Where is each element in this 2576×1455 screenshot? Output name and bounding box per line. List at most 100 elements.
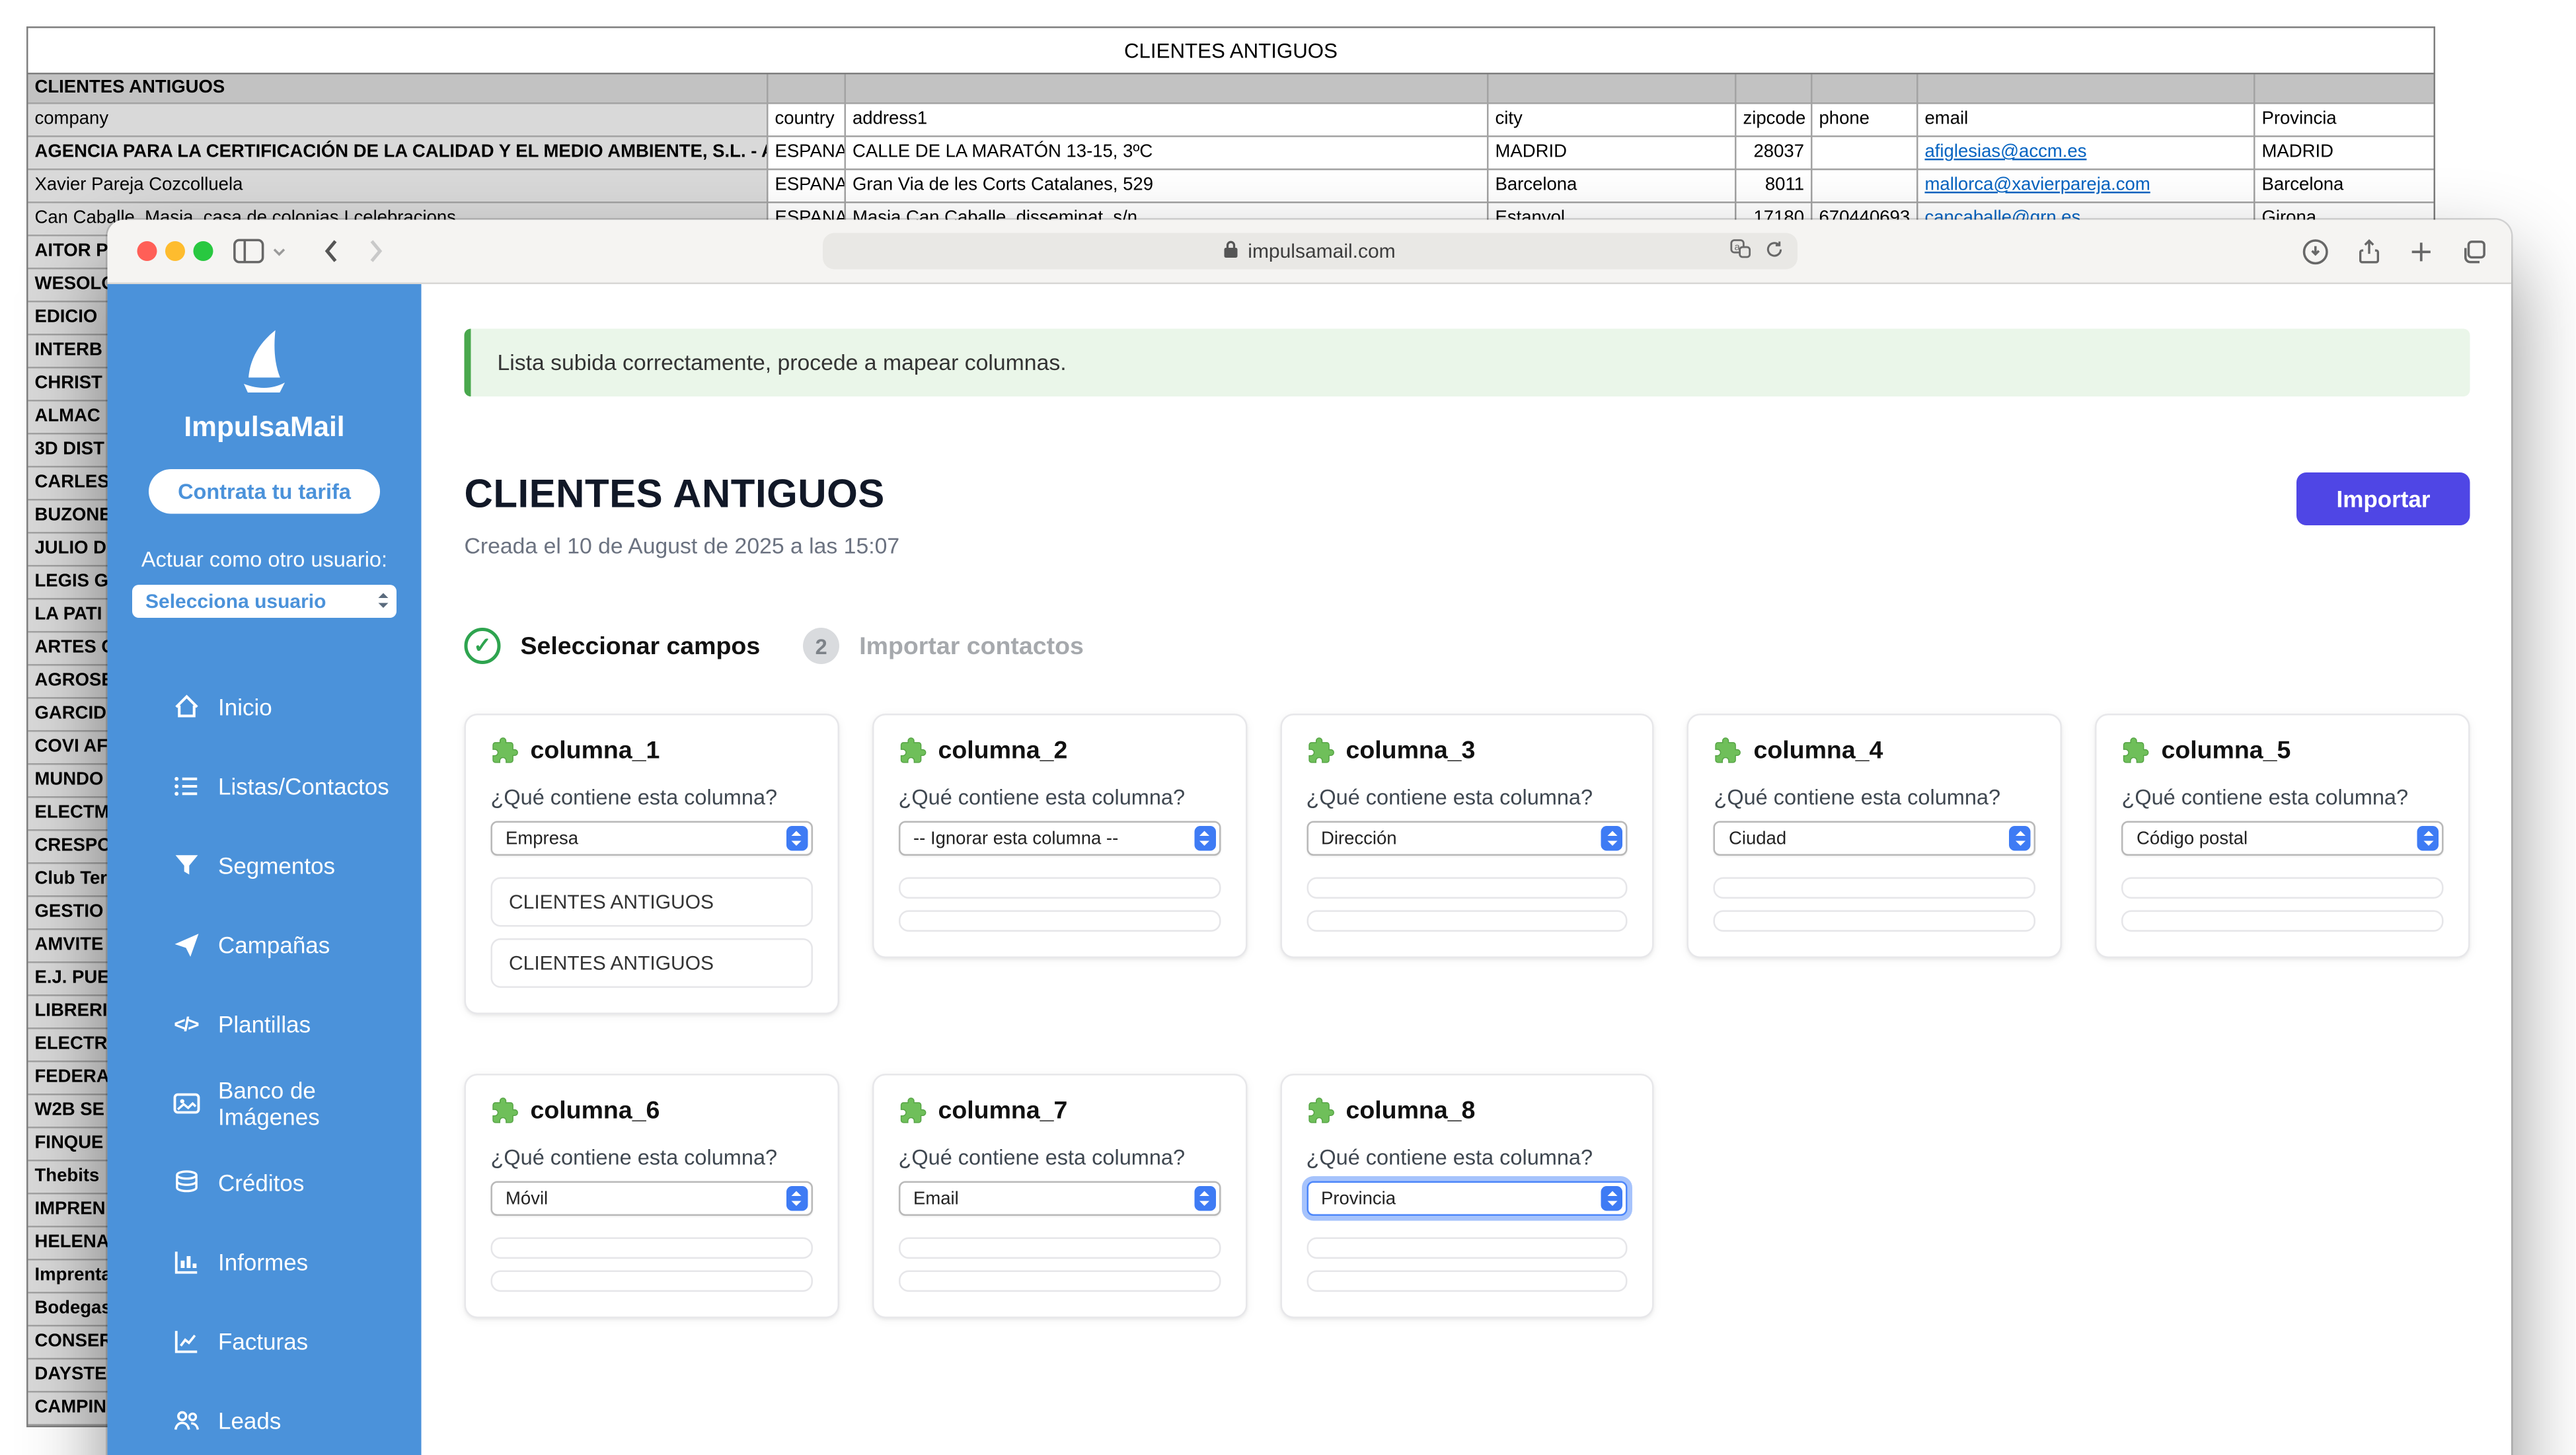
column-type-select[interactable]: Ciudad — [1714, 821, 2035, 856]
sidebar-nav: Inicio Listas/Contactos Segmentos Campañ… — [108, 667, 422, 1455]
step-1-label: Seleccionar campos — [521, 632, 761, 660]
column-card-8: columna_8 ¿Qué contiene esta columna? Pr… — [1279, 1074, 1654, 1318]
sidebar-item-campanas[interactable]: Campañas — [108, 905, 422, 985]
column-type-select[interactable]: Dirección — [1306, 821, 1628, 856]
sidebar-item-plantillas[interactable]: </> Plantillas — [108, 985, 422, 1064]
puzzle-icon — [1306, 737, 1334, 765]
cell-city: MADRID — [1489, 137, 1737, 170]
puzzle-icon — [1306, 1097, 1334, 1125]
sidebar-toggle-icon[interactable] — [233, 238, 265, 264]
wizard-steps: ✓ Seleccionar campos 2 Importar contacto… — [465, 628, 2470, 664]
reload-icon[interactable] — [1764, 239, 1784, 264]
column-question: ¿Qué contiene esta columna? — [1714, 785, 2035, 810]
column-card-4: columna_4 ¿Qué contiene esta columna? Ci… — [1687, 714, 2062, 958]
select-stepper-icon — [1193, 826, 1215, 851]
cell-company: Xavier Pareja Cozcolluela — [28, 170, 769, 204]
browser-titlebar: impulsamail.com a — [108, 220, 2512, 285]
sidebar-item-segmentos[interactable]: Segmentos — [108, 826, 422, 905]
cell-country: ESPANA — [769, 137, 847, 170]
importar-button[interactable]: Importar — [2297, 472, 2470, 525]
select-stepper-icon — [786, 1186, 808, 1211]
column-card-title: columna_7 — [938, 1097, 1067, 1125]
user-select-value: Selecciona usuario — [145, 590, 326, 613]
image-icon — [170, 1088, 202, 1119]
column-type-select-focused[interactable]: Provincia — [1306, 1181, 1628, 1216]
screen: CLIENTES ANTIGUOS CLIENTES ANTIGUOS comp… — [0, 0, 2576, 1455]
column-header: Provincia — [2255, 104, 2434, 137]
sidebar-item-leads[interactable]: Leads — [108, 1381, 422, 1455]
column-card-6: columna_6 ¿Qué contiene esta columna? Mó… — [465, 1074, 839, 1318]
sheet-data-row: AGENCIA PARA LA CERTIFICACIÓN DE LA CALI… — [28, 137, 2434, 170]
sidebar-item-facturas[interactable]: Facturas — [108, 1302, 422, 1381]
new-tab-icon[interactable] — [2409, 239, 2434, 264]
sidebar-item-inicio[interactable]: Inicio — [108, 667, 422, 747]
preview-row — [898, 1271, 1220, 1292]
cell-country: ESPANA — [769, 170, 847, 204]
column-card-title: columna_4 — [1753, 737, 1883, 765]
sidebar-item-banco-imagenes[interactable]: Banco de Imágenes — [108, 1064, 422, 1143]
column-type-select[interactable]: -- Ignorar esta columna -- — [898, 821, 1220, 856]
puzzle-icon — [898, 1097, 927, 1125]
minimize-window-icon[interactable] — [165, 241, 185, 261]
puzzle-icon — [2121, 737, 2150, 765]
cell-address: Gran Via de les Corts Catalanes, 529 — [846, 170, 1489, 204]
forward-icon[interactable] — [369, 238, 385, 264]
puzzle-icon — [898, 737, 927, 765]
window-controls — [137, 241, 213, 261]
preview-row — [2121, 911, 2443, 932]
column-type-select[interactable]: Código postal — [2121, 821, 2443, 856]
users-icon — [170, 1405, 202, 1436]
select-stepper-icon — [2009, 826, 2031, 851]
url-bar[interactable]: impulsamail.com a — [822, 233, 1797, 270]
preview-row — [1306, 1238, 1628, 1259]
preview-row — [1306, 1271, 1628, 1292]
preview-row — [898, 911, 1220, 932]
app-sidebar: ImpulsaMail Contrata tu tarifa Actuar co… — [108, 284, 422, 1455]
select-stepper-icon — [1601, 1186, 1623, 1211]
translate-icon[interactable]: a — [1729, 238, 1751, 264]
select-value: Código postal — [2137, 829, 2248, 848]
select-value: Email — [913, 1189, 959, 1209]
column-card-2: columna_2 ¿Qué contiene esta columna? --… — [872, 714, 1246, 958]
puzzle-icon — [491, 737, 519, 765]
zoom-window-icon[interactable] — [194, 241, 213, 261]
column-card-7: columna_7 ¿Qué contiene esta columna? Em… — [872, 1074, 1246, 1318]
close-window-icon[interactable] — [137, 241, 157, 261]
cell-city: Barcelona — [1489, 170, 1737, 204]
column-type-select[interactable]: Empresa — [491, 821, 813, 856]
page-title: CLIENTES ANTIGUOS — [465, 472, 900, 519]
cell-zipcode: 28037 — [1737, 137, 1813, 170]
sidebar-item-listas-contactos[interactable]: Listas/Contactos — [108, 747, 422, 826]
preview-row — [1714, 877, 2035, 899]
column-question: ¿Qué contiene esta columna? — [491, 785, 813, 810]
column-card-title: columna_5 — [2161, 737, 2291, 765]
sheet-data-row: Xavier Pareja Cozcolluela ESPANA Gran Vi… — [28, 170, 2434, 204]
coins-icon — [170, 1167, 202, 1199]
browser-window: impulsamail.com a — [108, 220, 2512, 1455]
select-value: Provincia — [1321, 1189, 1396, 1209]
column-type-select[interactable]: Móvil — [491, 1181, 813, 1216]
column-question: ¿Qué contiene esta columna? — [2121, 785, 2443, 810]
column-card-5: columna_5 ¿Qué contiene esta columna? Có… — [2095, 714, 2470, 958]
chevron-down-icon[interactable] — [273, 247, 286, 256]
sidebar-item-informes[interactable]: Informes — [108, 1222, 422, 1302]
column-card-title: columna_3 — [1345, 737, 1475, 765]
sheet-title: CLIENTES ANTIGUOS — [28, 28, 2434, 75]
column-header: company — [28, 104, 769, 137]
share-icon[interactable] — [2356, 237, 2382, 266]
cell-email-link: mallorca@xavierpareja.com — [1918, 170, 2255, 204]
url-text: impulsamail.com — [1248, 240, 1395, 263]
user-select[interactable]: Selecciona usuario — [132, 585, 397, 618]
column-question: ¿Qué contiene esta columna? — [1306, 1145, 1628, 1170]
sidebar-item-creditos[interactable]: Créditos — [108, 1143, 422, 1222]
preview-row: CLIENTES ANTIGUOS — [491, 938, 813, 988]
band-cell: CLIENTES ANTIGUOS — [28, 75, 769, 104]
contrata-tarifa-button[interactable]: Contrata tu tarifa — [148, 469, 381, 514]
column-card-3: columna_3 ¿Qué contiene esta columna? Di… — [1279, 714, 1654, 958]
back-icon[interactable] — [322, 238, 339, 264]
column-type-select[interactable]: Email — [898, 1181, 1220, 1216]
sheet-header-row: company country address1 city zipcode ph… — [28, 104, 2434, 137]
select-value: -- Ignorar esta columna -- — [913, 829, 1118, 848]
downloads-icon[interactable] — [2302, 237, 2330, 266]
tab-overview-icon[interactable] — [2460, 237, 2489, 266]
